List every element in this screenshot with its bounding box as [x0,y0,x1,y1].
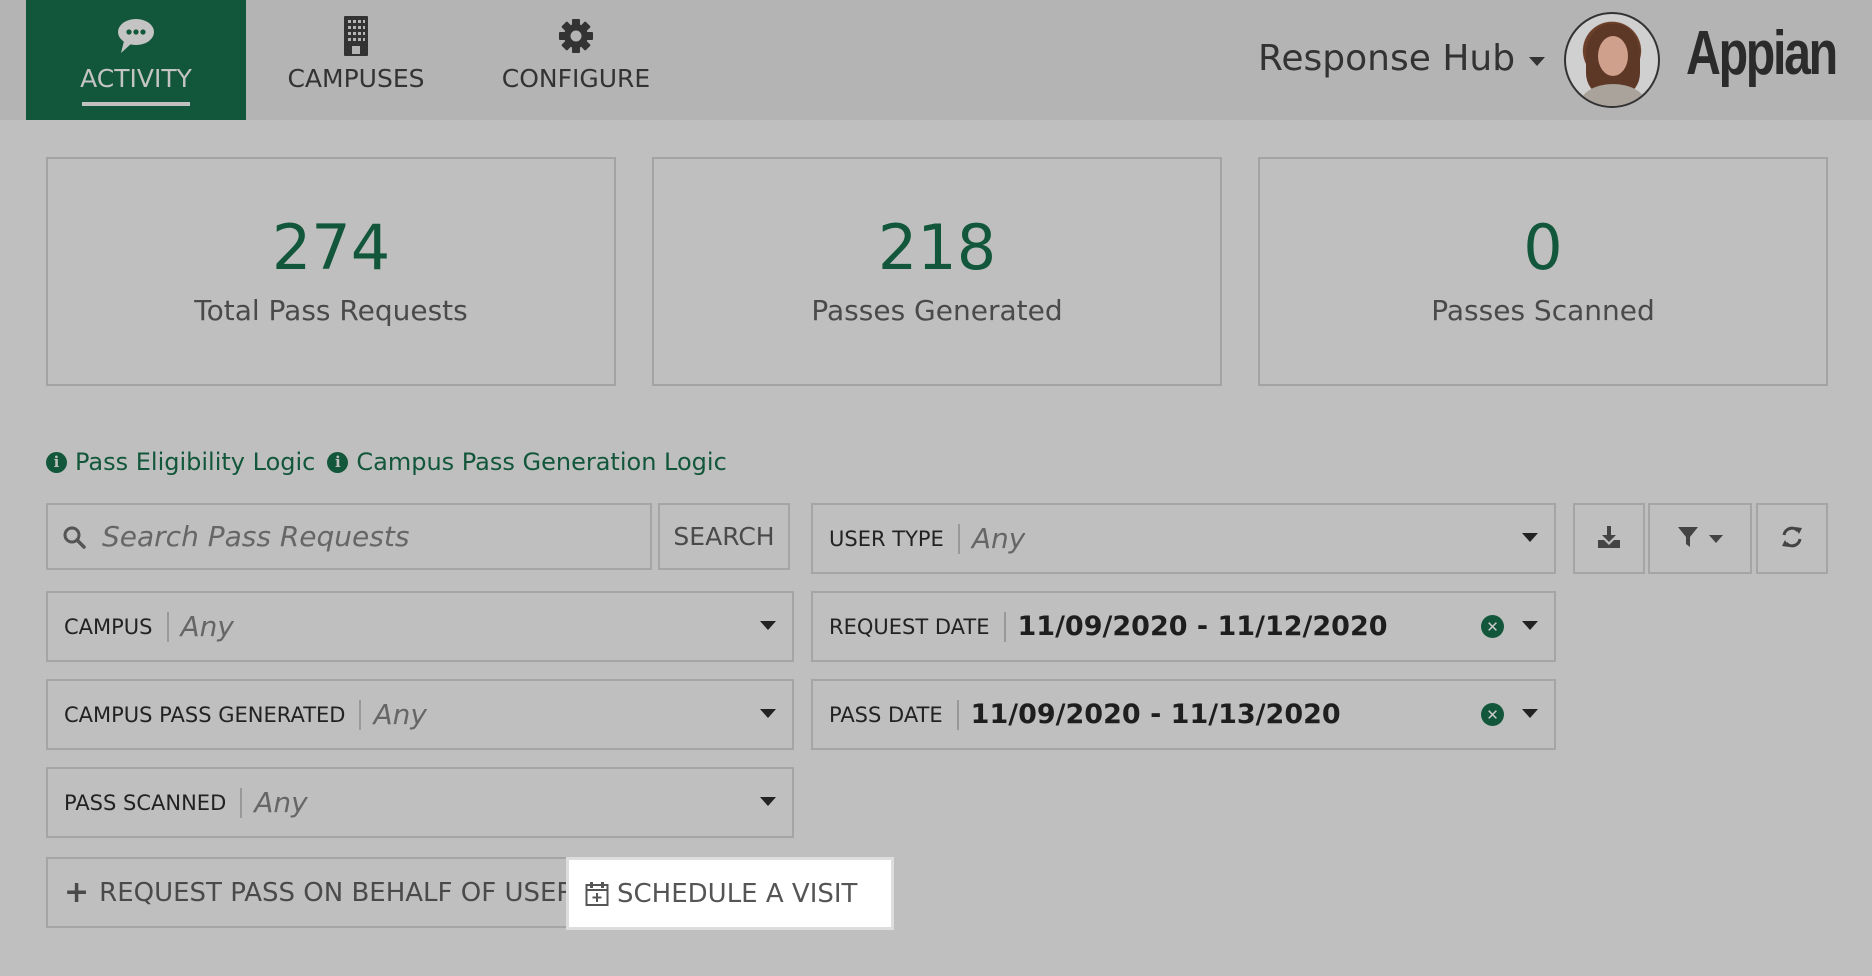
stat-value: 218 [877,211,997,284]
tab-campuses[interactable]: CAMPUSES [246,0,466,120]
caret-down-icon [760,709,776,718]
app-switcher[interactable]: Response Hub [1258,38,1546,79]
request-date-value: 11/09/2020 - 11/12/2020 [1017,611,1388,642]
filter-menu-button[interactable] [1648,503,1752,574]
building-icon [246,16,466,56]
stat-card-total-requests: 274 Total Pass Requests [46,157,616,386]
search-field[interactable] [46,503,652,570]
app-name-label: Response Hub [1258,38,1516,79]
pass-date-picker[interactable]: PASS DATE 11/09/2020 - 11/13/2020 ✕ [811,679,1556,750]
caret-down-icon [1709,534,1723,543]
request-date-label: REQUEST DATE [813,611,1006,642]
download-button[interactable] [1573,503,1645,574]
caret-down-icon [760,621,776,630]
tab-configure-label: CONFIGURE [501,64,651,93]
link-label: Pass Eligibility Logic [75,448,316,476]
active-tab-indicator [82,102,190,106]
campus-pass-generation-logic-link[interactable]: i Campus Pass Generation Logic [327,448,727,476]
request-date-picker[interactable]: REQUEST DATE 11/09/2020 - 11/12/2020 ✕ [811,591,1556,662]
search-input[interactable] [100,519,624,554]
caret-down-icon [1529,57,1546,66]
search-icon [62,525,86,549]
refresh-icon [1780,525,1804,553]
clear-icon[interactable]: ✕ [1481,703,1504,726]
stat-card-passes-generated: 218 Passes Generated [652,157,1222,386]
campus-pass-generated-dropdown[interactable]: CAMPUS PASS GENERATED Any [46,679,794,750]
campus-pass-generated-value: Any [373,698,427,731]
pass-scanned-dropdown[interactable]: PASS SCANNED Any [46,767,794,838]
campus-dropdown[interactable]: CAMPUS Any [46,591,794,662]
user-type-value: Any [971,522,1026,555]
stat-label: Total Pass Requests [194,294,468,327]
request-pass-on-behalf-button[interactable]: + REQUEST PASS ON BEHALF OF USER [46,857,594,928]
stat-label: Passes Generated [811,294,1063,327]
user-type-label: USER TYPE [813,523,960,554]
campus-pass-generated-label: CAMPUS PASS GENERATED [48,699,362,730]
refresh-button[interactable] [1756,503,1828,574]
stat-card-passes-scanned: 0 Passes Scanned [1258,157,1828,386]
caret-down-icon [1522,533,1538,542]
tab-activity[interactable]: ACTIVITY [26,0,246,120]
campus-label: CAMPUS [48,611,169,642]
pass-scanned-value: Any [254,786,308,819]
user-avatar[interactable] [1564,12,1660,108]
pass-date-label: PASS DATE [813,699,959,730]
schedule-visit-label: SCHEDULE A VISIT [617,878,858,909]
pass-date-value: 11/09/2020 - 11/13/2020 [970,699,1341,730]
calendar-plus-icon [585,881,609,907]
caret-down-icon [760,797,776,806]
request-pass-label: REQUEST PASS ON BEHALF OF USER [99,877,575,908]
caret-down-icon [1522,621,1538,630]
info-icon: i [46,451,67,473]
pass-scanned-label: PASS SCANNED [48,787,243,818]
user-type-dropdown[interactable]: USER TYPE Any [811,503,1556,574]
download-icon [1597,525,1621,553]
stat-label: Passes Scanned [1431,294,1655,327]
search-button[interactable]: SEARCH [658,503,790,570]
clear-icon[interactable]: ✕ [1481,615,1504,638]
pass-eligibility-logic-link[interactable]: i Pass Eligibility Logic [46,448,315,476]
caret-down-icon [1522,709,1538,718]
stat-value: 0 [1523,211,1563,284]
gear-icon [466,16,686,56]
schedule-visit-button[interactable]: SCHEDULE A VISIT [566,857,894,930]
filter-icon [1677,525,1699,553]
logic-links: i Pass Eligibility Logic i Campus Pass G… [46,448,739,476]
tab-activity-label: ACTIVITY [80,64,192,93]
chat-bubble-icon [26,16,246,56]
tab-campuses-label: CAMPUSES [287,64,425,93]
top-nav-bar: ACTIVITY CAMPUSES CONFIGURE Response Hub… [0,0,1872,120]
appian-logo: Appian [1686,19,1838,88]
stat-value: 274 [271,211,391,284]
campus-value: Any [180,610,234,643]
plus-icon: + [64,875,90,910]
info-icon: i [327,451,349,473]
tab-configure[interactable]: CONFIGURE [466,0,686,120]
link-label: Campus Pass Generation Logic [356,448,727,476]
avatar-face [1598,36,1628,76]
